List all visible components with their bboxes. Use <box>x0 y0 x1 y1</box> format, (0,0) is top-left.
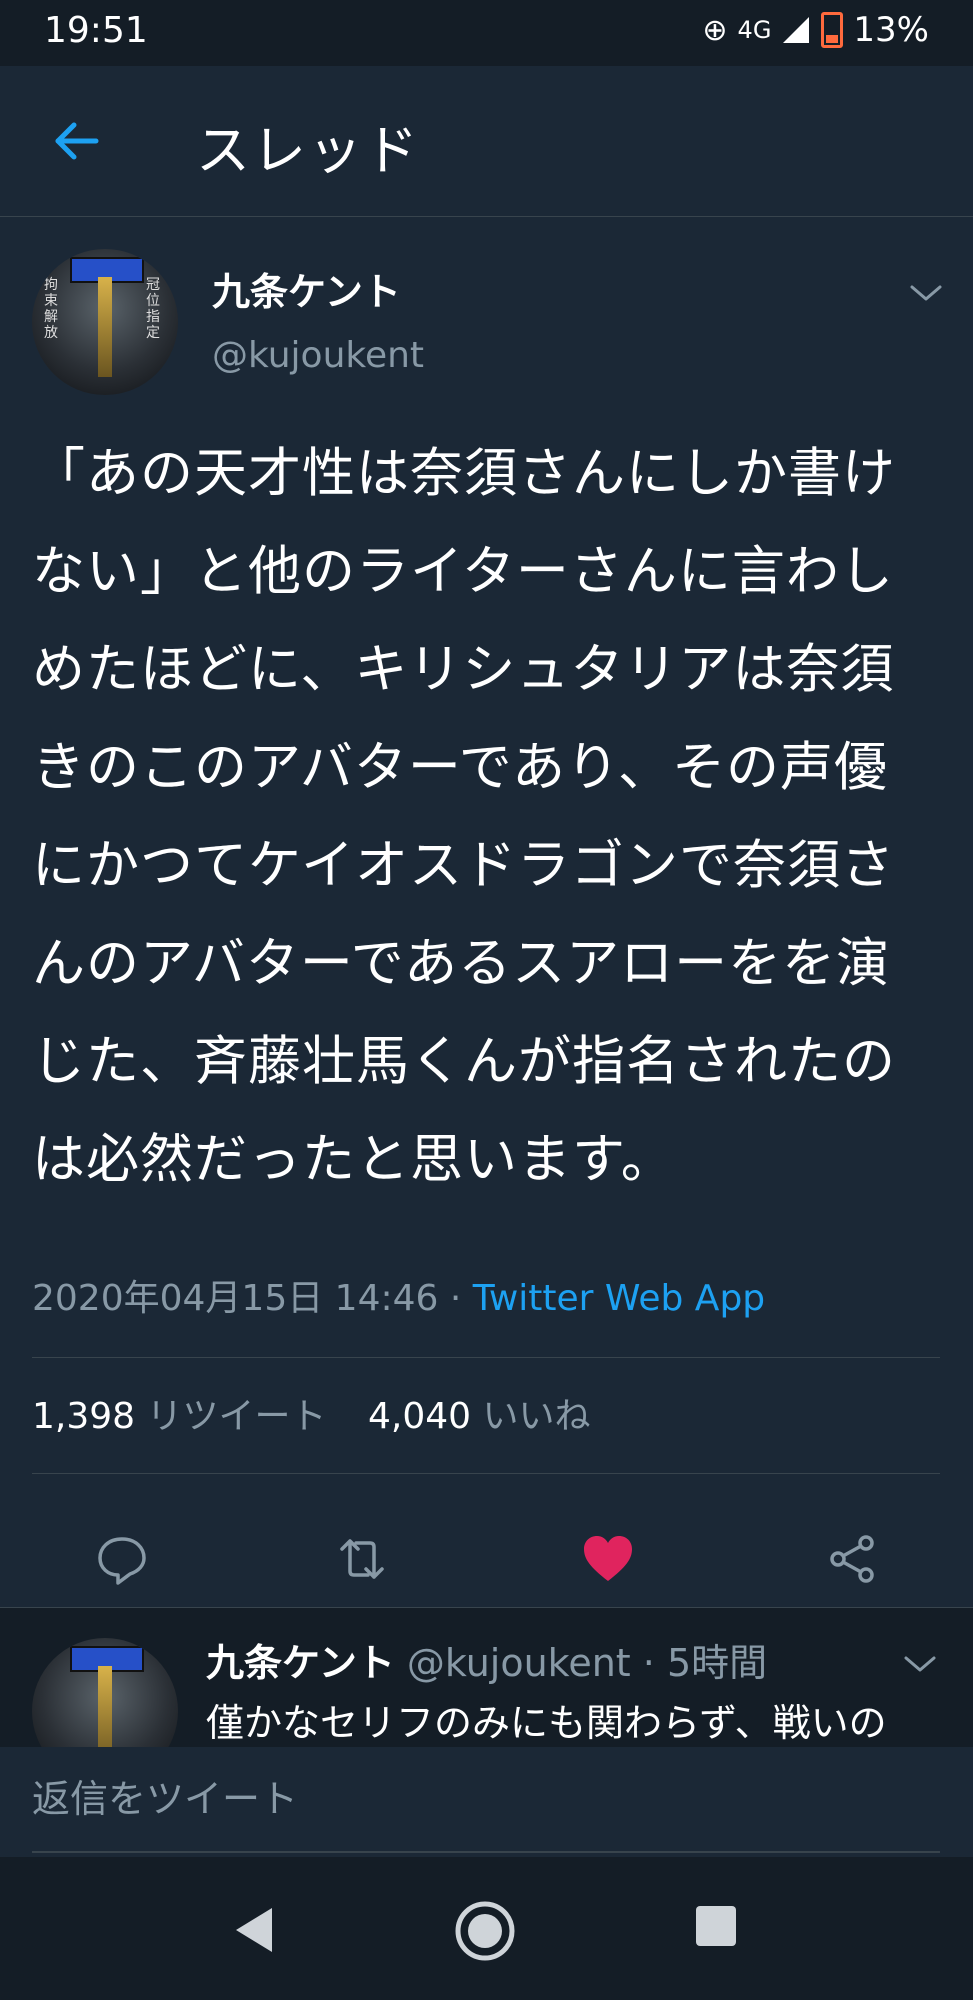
main-tweet: 拘束解放 冠位指定 九条ケント @kujoukent 「あの天才性は奈須さんにし… <box>0 217 973 1607</box>
like-label[interactable]: いいね <box>483 1396 591 1437</box>
share-icon[interactable] <box>824 1531 880 1587</box>
avatar-tower <box>98 277 112 377</box>
nav-back-icon[interactable] <box>230 1904 278 1956</box>
reply-text: 僅かなセリフのみにも関わらず、戦いの <box>206 1701 887 1745</box>
author-name[interactable]: 九条ケント <box>212 261 401 316</box>
tweet-text: 「あの天才性は奈須さんにしか書けない」と他のライターさんに言わしめたほどに、キリ… <box>32 443 896 1190</box>
reply-author-avatar[interactable] <box>32 1638 178 1748</box>
divider <box>32 1473 940 1474</box>
reply-time: 5時間 <box>666 1641 768 1685</box>
reply-author-handle[interactable]: @kujoukent <box>407 1641 631 1685</box>
retweet-count[interactable]: 1,398 <box>32 1396 135 1437</box>
reply-separator: · <box>630 1641 667 1685</box>
page-title: スレッド <box>196 119 420 182</box>
avatar-right-text: 冠位指定 <box>146 277 160 341</box>
retweet-icon[interactable] <box>334 1531 390 1587</box>
avatar-left-text: 拘束解放 <box>44 277 58 341</box>
compose-bar: 返信をツイート <box>0 1747 973 1857</box>
tweet-actions <box>0 1507 973 1607</box>
network-type: 4G <box>737 16 772 44</box>
like-count[interactable]: 4,040 <box>368 1396 471 1437</box>
source-app-link[interactable]: Twitter Web App <box>473 1278 765 1319</box>
status-time: 19:51 <box>44 10 148 51</box>
reply-author-name[interactable]: 九条ケント <box>206 1641 395 1685</box>
tweet-timestamp: 2020年04月15日 14:46 <box>32 1278 439 1319</box>
status-bar: 19:51 ⊕ 4G 13% <box>0 0 973 66</box>
reply-icon[interactable] <box>94 1531 150 1587</box>
status-indicators: ⊕ 4G 13% <box>702 10 929 50</box>
chevron-down-icon[interactable] <box>908 281 944 305</box>
author-avatar[interactable]: 拘束解放 冠位指定 <box>32 249 178 395</box>
system-nav-bar <box>0 1860 973 2000</box>
divider <box>32 1357 940 1358</box>
tweet-meta: 2020年04月15日 14:46 · Twitter Web App <box>32 1269 765 1321</box>
retweet-label[interactable]: リツイート <box>147 1396 327 1437</box>
signal-icon <box>783 17 810 43</box>
avatar-tower <box>98 1666 112 1748</box>
author-handle[interactable]: @kujoukent <box>212 335 424 376</box>
page: 19:51 ⊕ 4G 13% スレッド 拘束解放 冠位指定 九条ケント @kuj… <box>0 0 973 2000</box>
reply-tweet[interactable]: 九条ケント @kujoukent · 5時間 僅かなセリフのみにも関わらず、戦いの <box>0 1607 973 1748</box>
nav-home-icon[interactable] <box>454 1900 516 1962</box>
reply-header: 九条ケント @kujoukent · 5時間 <box>206 1632 767 1687</box>
data-saver-icon: ⊕ <box>702 12 728 48</box>
reply-input[interactable]: 返信をツイート <box>32 1747 940 1853</box>
meta-separator: · <box>438 1278 473 1319</box>
like-heart-icon[interactable] <box>580 1531 636 1587</box>
tweet-stats: 1,398 リツイート 4,040 いいね <box>32 1387 621 1439</box>
chevron-down-icon[interactable] <box>902 1652 938 1676</box>
battery-icon <box>821 12 844 48</box>
back-arrow-icon[interactable] <box>52 116 102 166</box>
nav-recents-icon[interactable] <box>694 1904 738 1948</box>
app-header: スレッド <box>0 66 973 217</box>
battery-level: 13% <box>853 10 929 50</box>
